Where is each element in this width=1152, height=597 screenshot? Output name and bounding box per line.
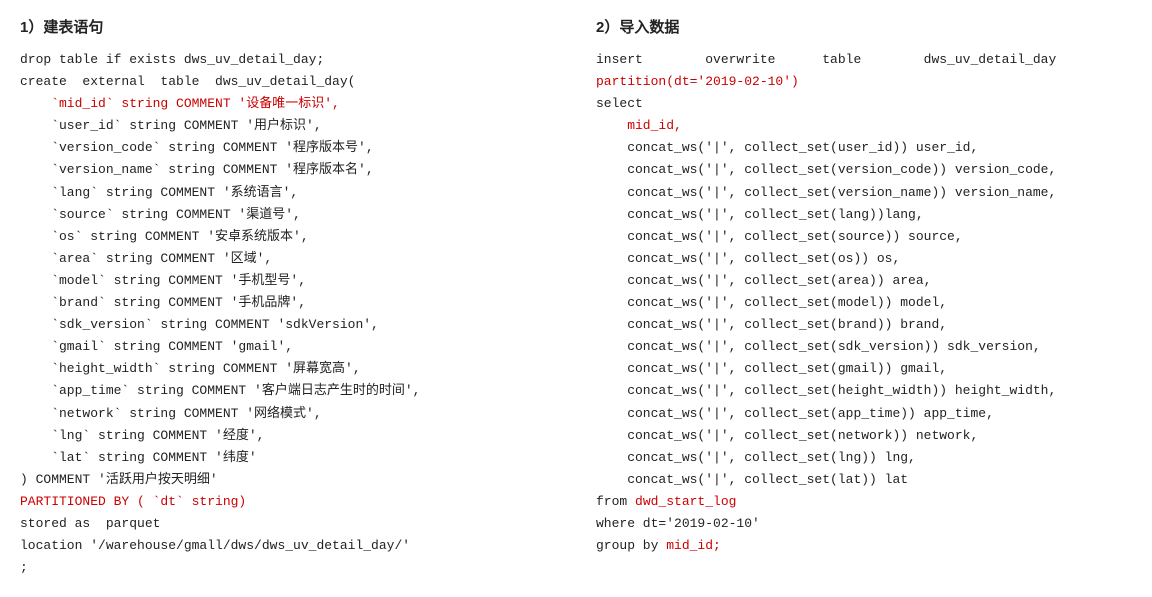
code-line: `lang` string COMMENT '系统语言',: [20, 182, 556, 204]
code-line: concat_ws('|', collect_set(version_name)…: [596, 182, 1132, 204]
code-line: `lat` string COMMENT '纬度': [20, 447, 556, 469]
code-line: concat_ws('|', collect_set(model)) model…: [596, 292, 1132, 314]
code-line: ;: [20, 557, 556, 579]
code-line: select: [596, 93, 1132, 115]
code-line: `os` string COMMENT '安卓系统版本',: [20, 226, 556, 248]
code-line: `mid_id` string COMMENT '设备唯一标识',: [20, 93, 556, 115]
right-title: 2）导入数据: [596, 16, 1132, 37]
code-line: `brand` string COMMENT '手机品牌',: [20, 292, 556, 314]
code-line: ) COMMENT '活跃用户按天明细': [20, 469, 556, 491]
code-line: concat_ws('|', collect_set(sdk_version))…: [596, 336, 1132, 358]
code-line: `user_id` string COMMENT '用户标识',: [20, 115, 556, 137]
code-line: `sdk_version` string COMMENT 'sdkVersion…: [20, 314, 556, 336]
code-line: concat_ws('|', collect_set(brand)) brand…: [596, 314, 1132, 336]
code-line: concat_ws('|', collect_set(source)) sour…: [596, 226, 1132, 248]
code-line: `app_time` string COMMENT '客户端日志产生时的时间',: [20, 380, 556, 402]
code-line: where dt='2019-02-10': [596, 513, 1132, 535]
code-line: partition(dt='2019-02-10'): [596, 71, 1132, 93]
code-line: concat_ws('|', collect_set(user_id)) use…: [596, 137, 1132, 159]
code-line: `network` string COMMENT '网络模式',: [20, 403, 556, 425]
code-line: from dwd_start_log: [596, 491, 1132, 513]
code-line: `lng` string COMMENT '经度',: [20, 425, 556, 447]
right-code: insert overwrite table dws_uv_detail_day…: [596, 49, 1132, 557]
code-line: concat_ws('|', collect_set(version_code)…: [596, 159, 1132, 181]
code-line: concat_ws('|', collect_set(height_width)…: [596, 380, 1132, 402]
code-line: concat_ws('|', collect_set(area)) area,: [596, 270, 1132, 292]
code-line: group by mid_id;: [596, 535, 1132, 557]
code-line: concat_ws('|', collect_set(app_time)) ap…: [596, 403, 1132, 425]
code-line: concat_ws('|', collect_set(lat)) lat: [596, 469, 1132, 491]
code-line: `model` string COMMENT '手机型号',: [20, 270, 556, 292]
code-line: concat_ws('|', collect_set(lng)) lng,: [596, 447, 1132, 469]
code-line: drop table if exists dws_uv_detail_day;: [20, 49, 556, 71]
left-panel: 1）建表语句 drop table if exists dws_uv_detai…: [20, 16, 556, 579]
code-line: concat_ws('|', collect_set(lang))lang,: [596, 204, 1132, 226]
left-title: 1）建表语句: [20, 16, 556, 37]
code-line: mid_id,: [596, 115, 1132, 137]
code-line: create external table dws_uv_detail_day(: [20, 71, 556, 93]
code-line: insert overwrite table dws_uv_detail_day: [596, 49, 1132, 71]
code-line: concat_ws('|', collect_set(gmail)) gmail…: [596, 358, 1132, 380]
code-line: `source` string COMMENT '渠道号',: [20, 204, 556, 226]
right-panel: 2）导入数据 insert overwrite table dws_uv_det…: [596, 16, 1132, 579]
code-line: `version_name` string COMMENT '程序版本名',: [20, 159, 556, 181]
code-line: `height_width` string COMMENT '屏幕宽高',: [20, 358, 556, 380]
code-line: concat_ws('|', collect_set(network)) net…: [596, 425, 1132, 447]
code-line: concat_ws('|', collect_set(os)) os,: [596, 248, 1132, 270]
code-line: `area` string COMMENT '区域',: [20, 248, 556, 270]
code-line: location '/warehouse/gmall/dws/dws_uv_de…: [20, 535, 556, 557]
main-container: 1）建表语句 drop table if exists dws_uv_detai…: [20, 16, 1132, 579]
code-line: `gmail` string COMMENT 'gmail',: [20, 336, 556, 358]
code-line: PARTITIONED BY ( `dt` string): [20, 491, 556, 513]
code-line: `version_code` string COMMENT '程序版本号',: [20, 137, 556, 159]
left-code: drop table if exists dws_uv_detail_day;c…: [20, 49, 556, 579]
code-line: stored as parquet: [20, 513, 556, 535]
